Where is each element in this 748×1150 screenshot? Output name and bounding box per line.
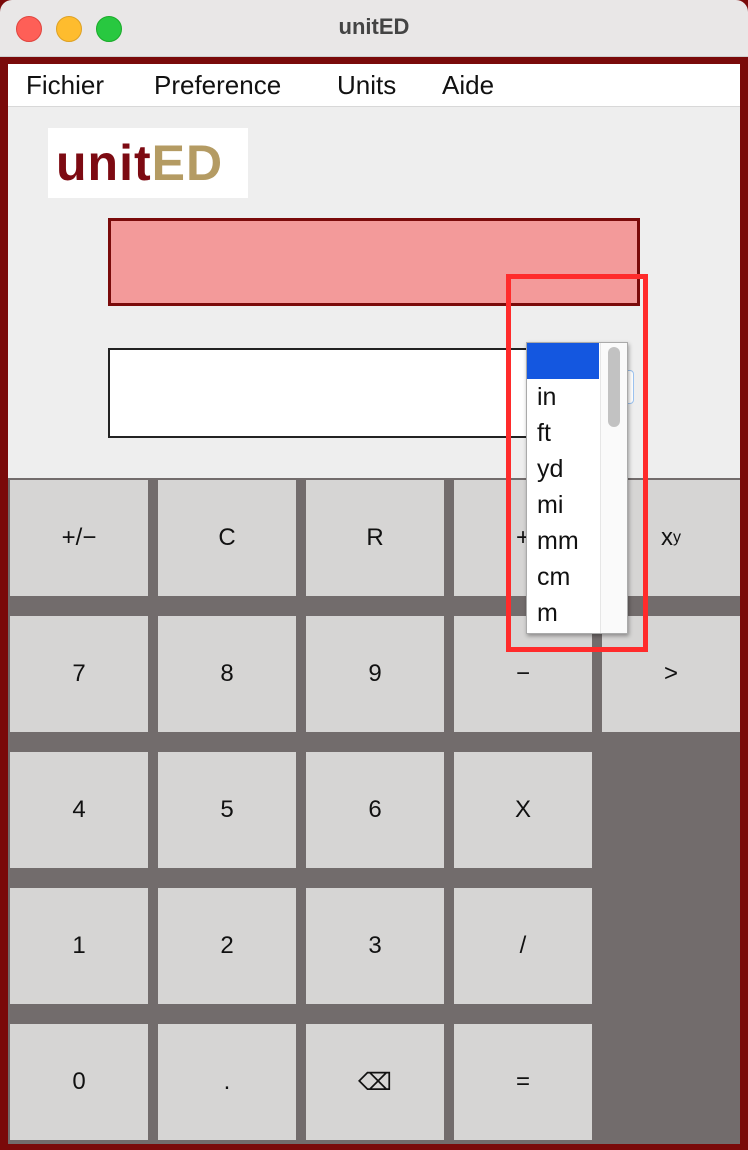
menu-units[interactable]: Units [337,70,396,101]
key-5[interactable]: 5 [158,752,296,868]
key-decimal[interactable]: . [158,1024,296,1140]
key-power-base: x [661,524,673,551]
window-title: unitED [338,14,410,39]
menu-fichier[interactable]: Fichier [26,70,104,101]
key-4[interactable]: 4 [10,752,148,868]
key-plus-minus[interactable]: +/− [10,480,148,596]
menu-bar: Fichier Preference Units Aide [8,64,740,107]
key-power-exp: y [673,529,681,546]
key-backspace[interactable]: ⌫ [306,1024,444,1140]
key-9[interactable]: 9 [306,616,444,732]
key-divide[interactable]: / [454,888,592,1004]
title-bar: unitED [0,0,748,57]
key-1[interactable]: 1 [10,888,148,1004]
key-8[interactable]: 8 [158,616,296,732]
value-input[interactable] [108,348,528,438]
key-equals[interactable]: = [454,1024,592,1140]
logo-text-unit: unit [56,135,152,191]
key-6[interactable]: 6 [306,752,444,868]
key-3[interactable]: 3 [306,888,444,1004]
key-0[interactable]: 0 [10,1024,148,1140]
logo-text-ed: ED [151,135,224,191]
key-multiply[interactable]: X [454,752,592,868]
backspace-icon: ⌫ [358,1068,392,1096]
key-r[interactable]: R [306,480,444,596]
app-logo: unitED [48,128,248,198]
menu-preference[interactable]: Preference [154,70,281,101]
key-2[interactable]: 2 [158,888,296,1004]
key-clear[interactable]: C [158,480,296,596]
menu-aide[interactable]: Aide [442,70,494,101]
key-7[interactable]: 7 [10,616,148,732]
highlight-box [506,274,648,652]
